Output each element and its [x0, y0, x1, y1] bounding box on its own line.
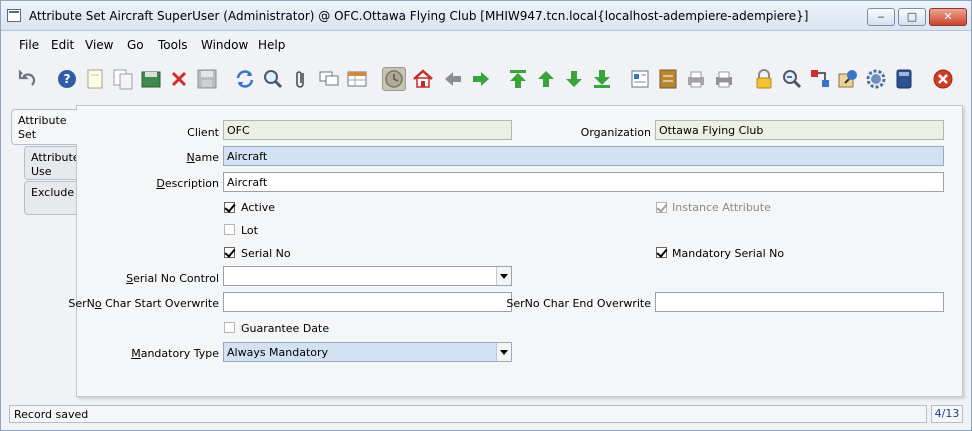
first-record-icon[interactable]	[506, 67, 530, 91]
end-icon[interactable]	[931, 67, 955, 91]
copy-record-icon[interactable]	[111, 67, 135, 91]
description-label: Description	[156, 177, 219, 190]
mandatory-type-select[interactable]: Always Mandatory	[223, 342, 512, 362]
menu-bar: File Edit View Go Tools Window Help	[1, 34, 971, 54]
archive-icon[interactable]	[656, 67, 680, 91]
serno-start-field[interactable]	[223, 292, 512, 312]
instance-attribute-label: Instance Attribute	[672, 201, 771, 214]
client-field[interactable]: OFC	[223, 120, 512, 140]
mandatory-type-label: Mandatory Type	[131, 347, 219, 360]
new-record-icon[interactable]	[83, 67, 107, 91]
print-icon[interactable]	[712, 67, 736, 91]
mandatory-serial-no-label: Mandatory Serial No	[672, 247, 785, 260]
active-label: Active	[241, 201, 276, 214]
serial-no-control-select[interactable]	[223, 266, 512, 286]
application-window: Attribute Set Aircraft SuperUser (Admini…	[0, 0, 972, 431]
lot-checkbox[interactable]	[224, 224, 235, 235]
tab-attribute-set[interactable]: Attribute Set	[11, 109, 77, 145]
requests-icon[interactable]	[836, 67, 860, 91]
chevron-down-icon[interactable]	[496, 267, 511, 285]
toolbar: ?	[1, 59, 971, 101]
chevron-down-icon[interactable]	[496, 343, 511, 361]
svg-text:?: ?	[64, 72, 71, 86]
menu-edit[interactable]: Edit	[51, 38, 74, 52]
organization-field[interactable]: Ottawa Flying Club	[655, 120, 944, 140]
active-workflows-icon[interactable]	[808, 67, 832, 91]
title-bar: Attribute Set Aircraft SuperUser (Admini…	[1, 1, 971, 31]
calculator-icon[interactable]	[892, 67, 916, 91]
record-position[interactable]: 4/13	[931, 405, 963, 423]
serial-no-control-label: Serial No Control	[126, 272, 219, 285]
tab-attribute-use[interactable]: Attribute Use	[24, 146, 80, 180]
undo-icon[interactable]	[16, 67, 40, 91]
previous-record-icon[interactable]	[534, 67, 558, 91]
maximize-button[interactable]: □	[898, 8, 926, 26]
attachment-icon[interactable]	[289, 67, 313, 91]
refresh-icon[interactable]	[233, 67, 257, 91]
lock-icon[interactable]	[752, 67, 776, 91]
name-label: Name	[186, 151, 219, 164]
serno-start-label: SerNo Char Start Overwrite	[68, 297, 219, 310]
description-field[interactable]: Aircraft	[223, 172, 944, 192]
report-icon[interactable]	[628, 67, 652, 91]
serial-no-label: Serial No	[241, 247, 291, 260]
serno-end-label: SerNo Char End Overwrite	[506, 297, 651, 310]
product-info-icon[interactable]	[864, 67, 888, 91]
menu-go[interactable]: Go	[127, 38, 144, 52]
forward-icon[interactable]	[469, 67, 493, 91]
mandatory-type-value: Always Mandatory	[227, 346, 329, 359]
name-field[interactable]: Aircraft	[223, 146, 944, 166]
chat-icon[interactable]	[317, 67, 341, 91]
save-and-new-icon[interactable]	[139, 67, 163, 91]
tab-exclude[interactable]: Exclude	[24, 181, 76, 215]
instance-attribute-checkbox	[656, 202, 667, 213]
next-record-icon[interactable]	[562, 67, 586, 91]
lot-label: Lot	[241, 224, 258, 237]
grid-toggle-icon[interactable]	[345, 67, 369, 91]
help-icon[interactable]: ?	[55, 67, 79, 91]
organization-label: Organization	[580, 126, 651, 139]
minimize-button[interactable]: ‒	[867, 8, 895, 26]
find-icon[interactable]	[261, 67, 285, 91]
active-checkbox[interactable]	[224, 202, 235, 213]
home-icon[interactable]	[411, 67, 435, 91]
delete-icon[interactable]	[167, 67, 191, 91]
history-icon[interactable]	[382, 67, 406, 91]
menu-window[interactable]: Window	[201, 38, 248, 52]
menu-view[interactable]: View	[85, 38, 113, 52]
zoom-across-icon[interactable]	[780, 67, 804, 91]
status-bar: Record saved	[9, 405, 927, 423]
guarantee-date-checkbox[interactable]	[224, 322, 235, 333]
window-icon	[7, 9, 21, 22]
guarantee-date-label: Guarantee Date	[241, 322, 330, 335]
close-window-button[interactable]: ✕	[929, 8, 967, 26]
menu-file[interactable]: File	[19, 38, 39, 52]
back-icon[interactable]	[441, 67, 465, 91]
menu-help[interactable]: Help	[258, 38, 285, 52]
print-preview-icon[interactable]	[684, 67, 708, 91]
serial-no-checkbox[interactable]	[224, 247, 235, 258]
save-icon[interactable]	[195, 67, 219, 91]
window-title: Attribute Set Aircraft SuperUser (Admini…	[29, 9, 809, 23]
menu-tools[interactable]: Tools	[158, 38, 188, 52]
client-label: Client	[187, 126, 219, 139]
serno-end-field[interactable]	[655, 292, 944, 312]
last-record-icon[interactable]	[590, 67, 614, 91]
mandatory-serial-no-checkbox[interactable]	[656, 247, 667, 258]
